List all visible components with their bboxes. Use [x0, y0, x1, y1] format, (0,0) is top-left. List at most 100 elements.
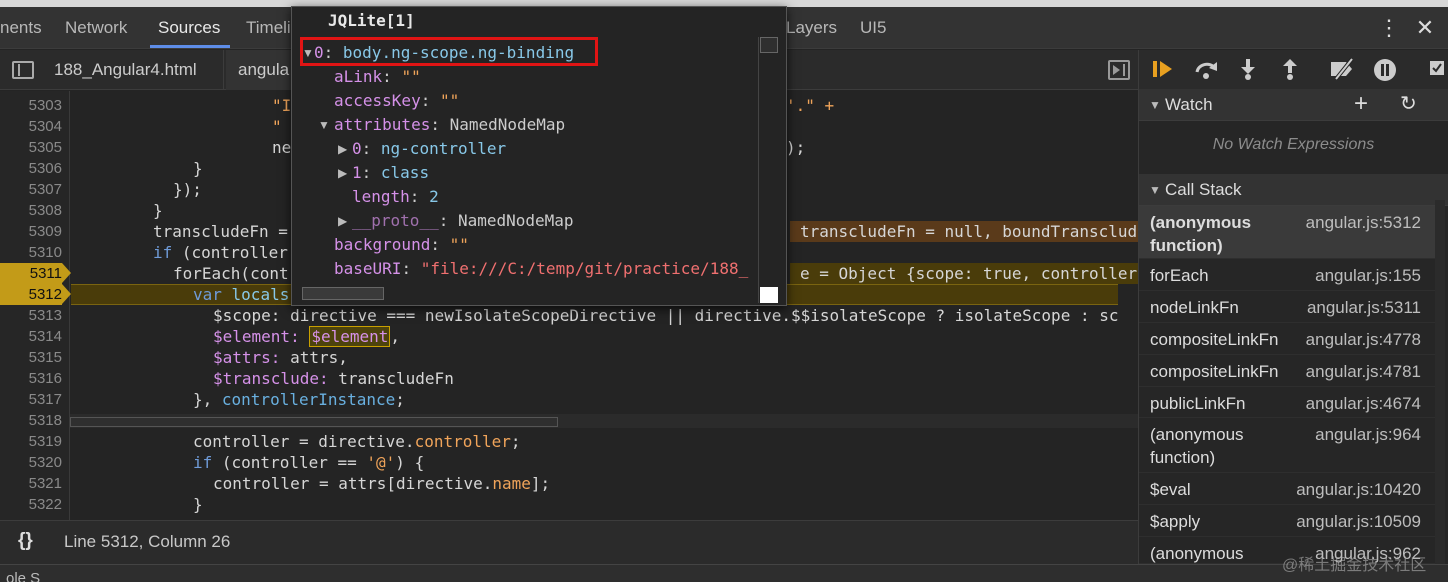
step-into-icon[interactable] [1236, 58, 1260, 82]
code-line: ); [786, 138, 806, 157]
editor-scroll-thumb[interactable] [70, 417, 558, 427]
watch-empty-message: No Watch Expressions [1212, 136, 1375, 153]
breakpoint-line-number[interactable]: 5312 [0, 284, 71, 305]
tab-ui5[interactable]: UI5 [860, 18, 886, 38]
line-number[interactable]: 5318 [0, 410, 62, 431]
call-frame[interactable]: $apply angular.js:10509 [1139, 505, 1435, 537]
property-row[interactable]: attributes: NamedNodeMap [334, 113, 565, 137]
line-number[interactable]: 5317 [0, 389, 62, 410]
line-number[interactable]: 5305 [0, 137, 62, 158]
call-frame[interactable]: $eval angular.js:10420 [1139, 473, 1435, 505]
watch-title: Watch [1165, 95, 1213, 114]
collapse-arrow-icon[interactable]: ▼ [302, 41, 314, 65]
collapse-arrow-icon[interactable]: ▼ [318, 113, 330, 137]
line-number-gutter[interactable]: 5303 5304 5305 5306 5307 5308 5309 5310 … [0, 91, 71, 520]
step-over-icon[interactable] [1192, 58, 1222, 82]
call-frame[interactable]: compositeLinkFn angular.js:4781 [1139, 355, 1435, 387]
file-tab-188-angular4[interactable]: 188_Angular4.html [40, 50, 224, 90]
code-line: ne [272, 138, 292, 157]
property-row[interactable]: 0: body.ng-scope.ng-binding [314, 41, 574, 65]
cursor-position: Line 5312, Column 26 [64, 532, 231, 551]
expand-arrow-icon[interactable]: ▶ [338, 161, 347, 185]
line-number[interactable]: 5314 [0, 326, 62, 347]
line-number[interactable]: 5310 [0, 242, 62, 263]
code-line: }); [173, 180, 202, 199]
line-number[interactable]: 5321 [0, 473, 62, 494]
popover-h-scroll-thumb[interactable] [302, 287, 384, 300]
line-number[interactable]: 5303 [0, 95, 62, 116]
call-frame[interactable]: publicLinkFn angular.js:4674 [1139, 387, 1435, 418]
property-row[interactable]: __proto__: NamedNodeMap [352, 209, 574, 233]
code-line: forEach(cont [173, 264, 289, 283]
line-number[interactable]: 5319 [0, 431, 62, 452]
refresh-watch-icon[interactable]: ↻ [1400, 88, 1417, 120]
popover-scroll-thumb[interactable] [760, 37, 778, 53]
file-tab-angular-js[interactable]: angula [226, 50, 296, 90]
property-row[interactable]: baseURI: "file:///C:/temp/git/practice/1… [334, 257, 758, 281]
property-row[interactable]: length: 2 [352, 185, 439, 209]
breakpoint-line-number[interactable]: 5311 [0, 263, 71, 284]
call-frame-selected[interactable]: (anonymous function) angular.js:5312 [1139, 206, 1435, 259]
tab-timeline[interactable]: Timeli [246, 18, 291, 38]
code-line: " [272, 117, 282, 136]
deactivate-breakpoints-icon[interactable] [1328, 57, 1358, 82]
sidebar-scrollbar[interactable] [1435, 200, 1445, 564]
property-row[interactable]: accessKey: "" [334, 89, 459, 113]
frame-function: (anonymous function) [1150, 213, 1252, 255]
call-frame[interactable]: (anonymous function) angular.js:964 [1139, 418, 1435, 473]
call-stack-section-header[interactable]: ▼ Call Stack [1139, 174, 1448, 206]
call-frame[interactable]: compositeLinkFn angular.js:4778 [1139, 323, 1435, 355]
call-frame[interactable]: forEach angular.js:155 [1139, 259, 1435, 291]
expand-arrow-icon[interactable]: ▶ [338, 209, 347, 233]
expand-arrow-icon: ▼ [1149, 183, 1161, 197]
drawer-tab-console[interactable]: ole S [6, 570, 40, 582]
close-devtools-icon[interactable]: ✕ [1410, 7, 1440, 49]
toggle-navigator-icon[interactable] [12, 61, 34, 79]
code-line: $attrs: attrs, [213, 348, 348, 367]
popover-vertical-scrollbar[interactable] [758, 37, 780, 303]
property-row[interactable]: aLink: "" [334, 65, 421, 89]
code-line: if (controller == '@') { [193, 453, 425, 472]
code-line: '." + [786, 96, 835, 115]
line-number[interactable]: 5313 [0, 305, 62, 326]
pause-on-exceptions-icon[interactable] [1372, 58, 1398, 82]
property-row[interactable]: background: "" [334, 233, 469, 257]
tab-sources[interactable]: Sources [158, 18, 220, 38]
tab-layers[interactable]: Layers [786, 18, 837, 38]
frame-function: $eval [1150, 480, 1191, 499]
frame-function: nodeLinkFn [1150, 298, 1239, 317]
property-row[interactable]: 0: ng-controller [352, 137, 506, 161]
line-number[interactable]: 5307 [0, 179, 62, 200]
tab-elements[interactable]: nents [0, 18, 42, 38]
watermark: @稀土掘金技术社区 [1282, 557, 1427, 574]
async-checkbox-icon[interactable] [1428, 58, 1446, 82]
code-line: "I [272, 96, 292, 115]
code-line: } [193, 495, 203, 514]
line-number[interactable]: 5304 [0, 116, 62, 137]
object-inspector-popover[interactable]: JQLite[1] ▼ 0: body.ng-scope.ng-binding … [291, 6, 787, 306]
property-row[interactable]: 1: class [352, 161, 429, 185]
call-frame[interactable]: nodeLinkFn angular.js:5311 [1139, 291, 1435, 323]
pretty-print-button[interactable]: {} [18, 530, 33, 552]
hovered-token[interactable]: $element [309, 326, 391, 347]
step-out-icon[interactable] [1278, 58, 1302, 82]
toggle-debugger-icon[interactable] [1108, 60, 1130, 80]
code-line: $scope: directive === newIsolateScopeDir… [213, 306, 1119, 325]
line-number[interactable]: 5309 [0, 221, 62, 242]
code-line: }, controllerInstance; [193, 390, 405, 409]
more-menu-icon[interactable]: ⋮ [1378, 7, 1400, 49]
frame-location: angular.js:155 [1315, 266, 1421, 285]
tab-network[interactable]: Network [65, 18, 127, 38]
line-number[interactable]: 5315 [0, 347, 62, 368]
line-number[interactable]: 5316 [0, 368, 62, 389]
line-number[interactable]: 5320 [0, 452, 62, 473]
line-number[interactable]: 5308 [0, 200, 62, 221]
add-watch-icon[interactable]: + [1354, 88, 1368, 120]
resume-icon[interactable] [1150, 58, 1178, 82]
active-tab-indicator [150, 45, 230, 48]
line-number[interactable]: 5322 [0, 494, 62, 515]
expand-arrow-icon[interactable]: ▶ [338, 137, 347, 161]
frame-function: forEach [1150, 266, 1209, 285]
line-number[interactable]: 5306 [0, 158, 62, 179]
inline-value: transcludeFn = null, boundTranscludeFn [800, 222, 1138, 241]
